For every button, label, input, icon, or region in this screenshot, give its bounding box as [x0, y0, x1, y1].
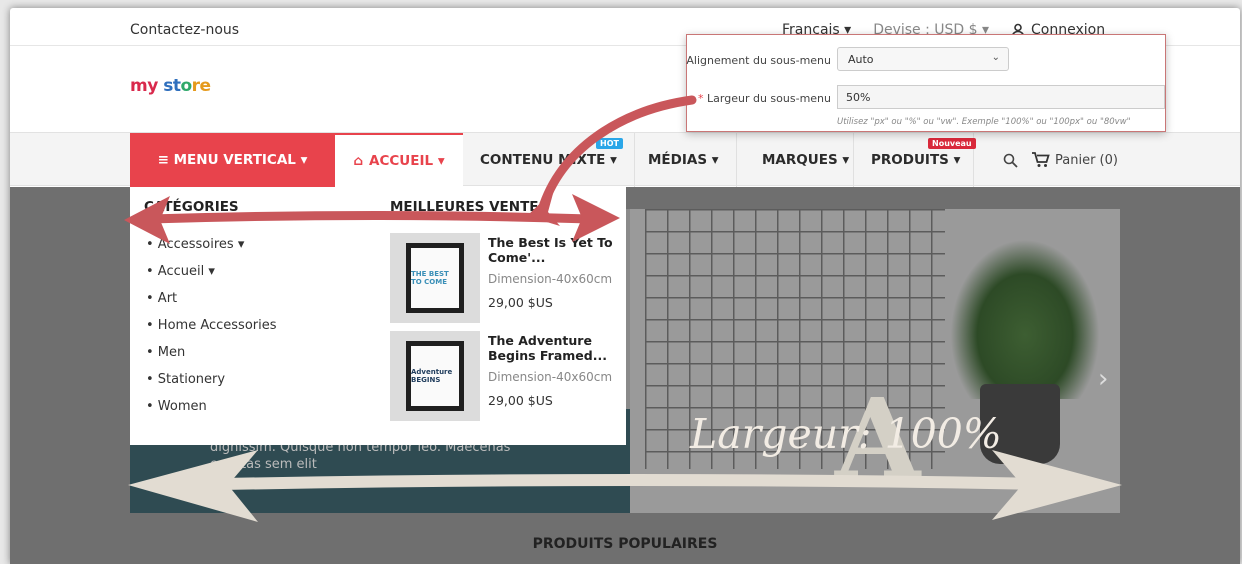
- align-value: Auto: [848, 53, 874, 66]
- slider-next-icon[interactable]: ›: [1098, 364, 1108, 394]
- hot-badge: HOT: [596, 138, 623, 149]
- vertical-menu-dropdown: CATÉGORIES • Accessoires ▾ • Accueil ▾ •…: [130, 187, 626, 445]
- bestsellers-title: MEILLEURES VENTES: [390, 199, 549, 215]
- category-item[interactable]: • Men: [146, 345, 277, 372]
- nav-tools: Panier (0): [1003, 152, 1118, 168]
- poster-art: THE BEST TO COME: [411, 248, 459, 308]
- product-price: 29,00 $US: [488, 393, 553, 408]
- width-input[interactable]: 50%: [837, 85, 1165, 109]
- product-image[interactable]: Adventure BEGINS: [390, 331, 480, 421]
- categories-title: CATÉGORIES: [144, 199, 239, 215]
- new-badge: Nouveau: [928, 138, 976, 149]
- popular-products-title: PRODUITS POPULAIRES: [532, 536, 718, 552]
- cart-link[interactable]: Panier (0): [1032, 152, 1118, 168]
- category-item[interactable]: • Home Accessories: [146, 318, 277, 345]
- product-card[interactable]: Adventure BEGINS The Adventure Begins Fr…: [390, 331, 620, 421]
- width-label: Largeur du sous-menu: [707, 92, 831, 105]
- required-marker: *: [698, 92, 704, 105]
- logo-part: st: [157, 76, 181, 96]
- contact-link[interactable]: Contactez-nous: [130, 22, 239, 38]
- categories-list: • Accessoires ▾ • Accueil ▾ • Art • Home…: [146, 237, 277, 426]
- slide-plant: [950, 239, 1100, 399]
- nav-divider: [736, 133, 737, 187]
- product-image[interactable]: THE BEST TO COME: [390, 233, 480, 323]
- category-item[interactable]: • Stationery: [146, 372, 277, 399]
- product-name[interactable]: The Adventure Begins Framed...: [488, 333, 618, 363]
- poster-frame: Adventure BEGINS: [406, 341, 464, 411]
- cart-label: Panier (0): [1055, 152, 1118, 168]
- search-icon[interactable]: [1003, 153, 1018, 168]
- logo-part: re: [191, 76, 211, 96]
- product-dimension: Dimension-40x60cm: [488, 370, 613, 384]
- category-item[interactable]: • Women: [146, 399, 277, 426]
- logo-part: o: [180, 76, 192, 96]
- nav-media[interactable]: MÉDIAS ▾: [648, 133, 719, 187]
- store-logo[interactable]: my store: [130, 76, 211, 96]
- width-annotation-label: Largeur: 100%: [690, 410, 1002, 458]
- nav-divider: [853, 133, 854, 187]
- category-item[interactable]: • Accueil ▾: [146, 264, 277, 291]
- poster-art: Adventure BEGINS: [411, 346, 459, 406]
- width-label-wrap: * Largeur du sous-menu: [698, 92, 831, 105]
- cart-icon: [1032, 152, 1050, 167]
- nav-divider: [634, 133, 635, 187]
- product-name[interactable]: The Best Is Yet To Come'...: [488, 235, 618, 265]
- chevron-down-icon: ⌄: [991, 52, 1000, 63]
- category-item[interactable]: • Accessoires ▾: [146, 237, 277, 264]
- product-card[interactable]: THE BEST TO COME The Best Is Yet To Come…: [390, 233, 620, 323]
- nav-home-label: ACCUEIL ▾: [369, 153, 445, 169]
- menu-vertical-button[interactable]: ≡ MENU VERTICAL ▾: [130, 133, 335, 187]
- align-label: Alignement du sous-menu: [686, 54, 831, 67]
- logo-part: my: [130, 76, 158, 96]
- width-help-text: Utilisez "px" ou "%" ou "vw". Exemple "1…: [837, 117, 1131, 127]
- home-icon: ⌂: [353, 153, 364, 169]
- poster-frame: THE BEST TO COME: [406, 243, 464, 313]
- product-dimension: Dimension-40x60cm: [488, 272, 613, 286]
- nav-brands[interactable]: MARQUES ▾: [762, 133, 849, 187]
- product-price: 29,00 $US: [488, 295, 553, 310]
- submenu-settings-popup: Alignement du sous-menu Auto ⌄ * Largeur…: [686, 34, 1166, 132]
- nav-home[interactable]: ⌂ ACCUEIL ▾: [335, 133, 463, 187]
- category-item[interactable]: • Art: [146, 291, 277, 318]
- align-select[interactable]: Auto ⌄: [837, 47, 1009, 71]
